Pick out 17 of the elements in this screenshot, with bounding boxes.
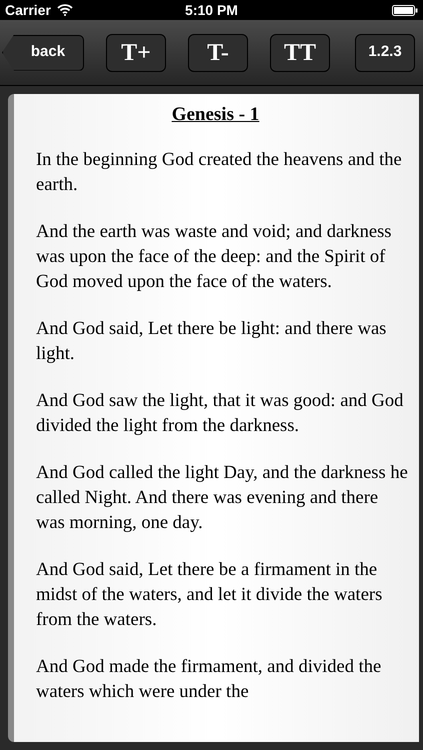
chapter-title: Genesis - 1 [170,103,260,127]
verse-text: And the earth was waste and void; and darkness was upon the face of the deep: and the Spirit of God moved upon the face of the waters. [36,221,393,294]
clock: 5:10 PM [185,0,238,20]
back-button[interactable]: back [2,34,84,70]
toolbar-button[interactable]: T+ [106,34,166,72]
verse-text: And God called the light Day, and the darkness he called Night. And there was evening and there was morning, one day. [36,462,409,535]
toolbar-button[interactable]: T- [188,34,248,72]
toolbar-button[interactable]: TT [270,34,330,72]
battery-icon [392,4,418,16]
toolbar-button[interactable]: 1.2.3 [355,34,415,72]
wifi-icon [56,4,73,16]
verse-text: And God made the firmament, and divided the waters which were under the [36,656,382,704]
verse-text: And God said, Let there be a firmament in the midst of the waters, and let it divide the waters from the waters. [36,559,384,632]
verse-text: And God said, Let there be light: and there was light. [36,318,388,366]
verse-text: And God saw the light, that it was good: and God divided the light from the darkness. [36,390,404,438]
verse-text: In the beginning God created the heavens and the earth. [36,149,403,197]
carrier-label: Carrier [5,0,51,20]
